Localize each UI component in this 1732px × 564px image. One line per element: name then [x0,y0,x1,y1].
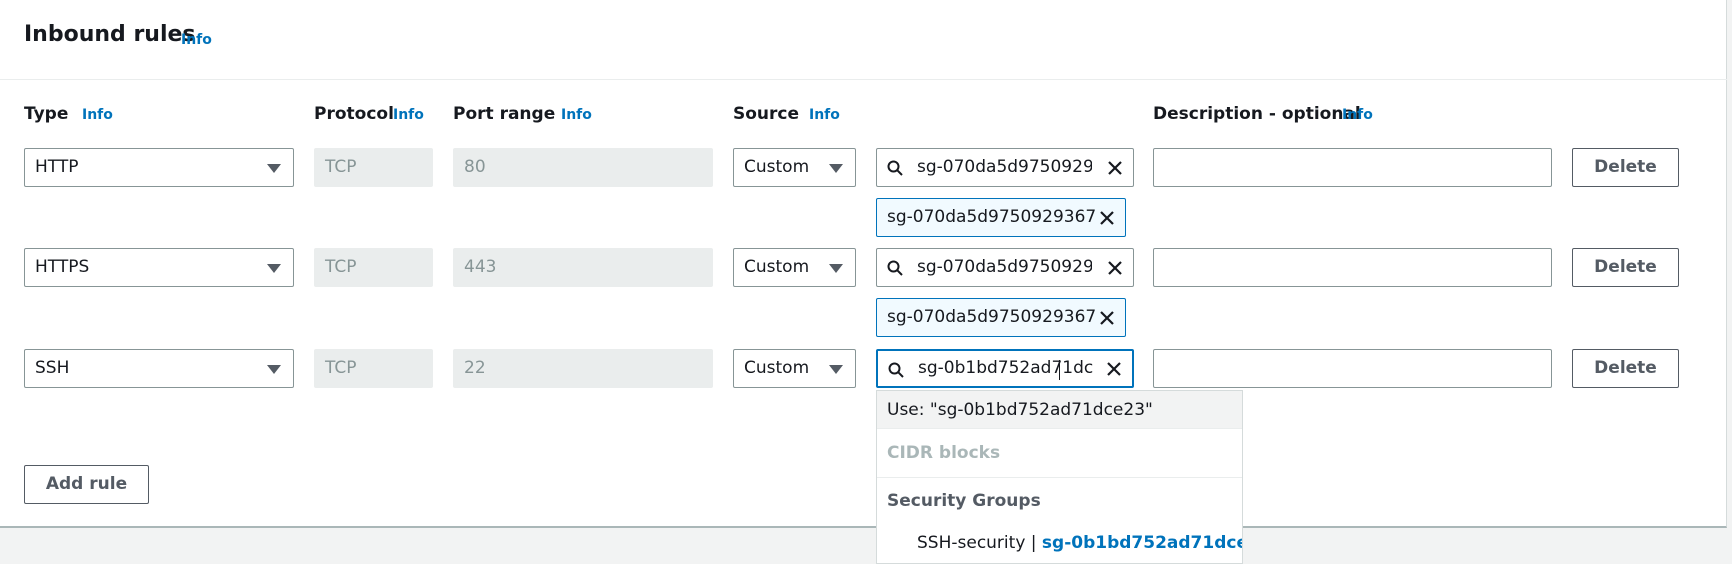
search-icon [887,160,903,176]
text-cursor [1059,360,1060,380]
protocol-field-row-2: TCP [314,248,433,287]
caret-down-icon [267,164,281,173]
source-autocomplete-dropdown: Use: "sg-0b1bd752ad71dce23" CIDR blocks … [876,390,1243,564]
type-select-value: HTTPS [35,257,90,277]
remove-token-icon[interactable] [1099,310,1115,326]
dropdown-divider [877,477,1242,478]
source-select-value: Custom [744,257,810,277]
description-info-link[interactable]: Info [1342,107,1373,123]
delete-button-row-1[interactable]: Delete [1572,148,1679,187]
source-search-input-row-1[interactable]: sg-070da5d97509293 [876,148,1134,187]
type-info-link[interactable]: Info [82,107,113,123]
source-search-input-row-3[interactable]: sg-0b1bd752ad71dce [876,349,1134,388]
source-info-link[interactable]: Info [809,107,840,123]
use-value-option[interactable]: Use: "sg-0b1bd752ad71dce23" [877,391,1242,429]
source-select-row-2[interactable]: Custom [733,248,856,287]
search-icon [888,362,904,378]
port-range-column-label: Port range [453,104,556,124]
add-rule-button[interactable]: Add rule [24,465,149,504]
protocol-info-link[interactable]: Info [393,107,424,123]
caret-down-icon [829,365,843,374]
source-select-row-1[interactable]: Custom [733,148,856,187]
token-label: sg-070da5d9750929367 [887,307,1097,327]
section-info-link[interactable]: Info [181,32,212,48]
clear-icon[interactable] [1107,160,1123,176]
type-select-value: SSH [35,358,70,378]
type-select-row-2[interactable]: HTTPS [24,248,294,287]
security-group-option[interactable]: SSH-security | sg-0b1bd752ad71dce23 [917,533,1242,553]
protocol-column-label: Protocol [314,104,394,124]
source-search-input-row-2[interactable]: sg-070da5d97509293 [876,248,1134,287]
sg-option-name: SSH-security | [917,533,1042,553]
clear-icon[interactable] [1107,260,1123,276]
caret-down-icon [267,264,281,273]
type-select-row-1[interactable]: HTTP [24,148,294,187]
type-select-row-3[interactable]: SSH [24,349,294,388]
port-range-info-link[interactable]: Info [561,107,592,123]
protocol-field-row-3: TCP [314,349,433,388]
port-range-field-row-3: 22 [453,349,713,388]
type-select-value: HTTP [35,157,79,177]
port-range-field-row-1: 80 [453,148,713,187]
remove-token-icon[interactable] [1099,210,1115,226]
source-select-value: Custom [744,157,810,177]
caret-down-icon [829,264,843,273]
port-range-field-row-2: 443 [453,248,713,287]
source-select-row-3[interactable]: Custom [733,349,856,388]
inbound-rules-panel: Inbound rules Info Type Info Protocol In… [0,0,1727,528]
delete-button-row-3[interactable]: Delete [1572,349,1679,388]
caret-down-icon [267,365,281,374]
source-search-value: sg-0b1bd752ad71dce [918,358,1093,378]
section-title: Inbound rules [24,22,196,47]
description-column-label: Description - optional [1153,104,1361,124]
source-search-value: sg-070da5d97509293 [917,157,1092,177]
description-input-row-1[interactable] [1153,148,1552,187]
description-input-row-3[interactable] [1153,349,1552,388]
search-icon [887,260,903,276]
source-column-label: Source [733,104,800,124]
source-token-row-1: sg-070da5d9750929367 [876,198,1126,237]
source-select-value: Custom [744,358,810,378]
sg-option-id: sg-0b1bd752ad71dce23 [1041,533,1242,553]
protocol-field-row-1: TCP [314,148,433,187]
security-groups-group-label: Security Groups [887,491,1041,511]
type-column-label: Type [24,104,69,124]
delete-button-row-2[interactable]: Delete [1572,248,1679,287]
token-label: sg-070da5d9750929367 [887,207,1097,227]
description-input-row-2[interactable] [1153,248,1552,287]
section-header: Inbound rules Info [0,0,1727,80]
caret-down-icon [829,164,843,173]
source-token-row-2: sg-070da5d9750929367 [876,298,1126,337]
cidr-blocks-group-label: CIDR blocks [887,443,1001,463]
clear-icon[interactable] [1106,361,1122,377]
source-search-value: sg-070da5d97509293 [917,257,1092,277]
